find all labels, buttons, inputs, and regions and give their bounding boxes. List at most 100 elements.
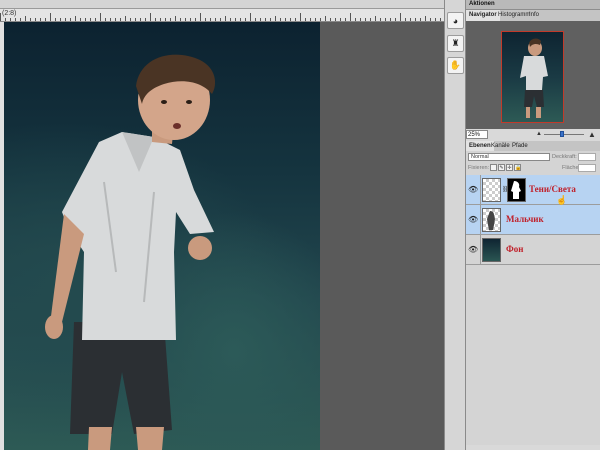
ruler-tick — [330, 18, 331, 21]
ruler-tick — [305, 18, 306, 21]
ruler-tick — [315, 18, 316, 21]
layer-name[interactable]: Фон — [506, 244, 523, 254]
ruler-tick — [385, 18, 386, 21]
ruler-tick — [265, 18, 266, 21]
lock-all-icon[interactable]: 🔒 — [514, 164, 521, 171]
zoom-out-icon[interactable]: ▲ — [536, 131, 542, 137]
ruler-tick — [140, 18, 141, 21]
visibility-eye-icon[interactable]: 👁 — [468, 215, 478, 225]
canvas-pasteboard — [320, 22, 444, 450]
palette-icon[interactable]: ◕ — [447, 12, 464, 29]
ruler-tick — [400, 13, 401, 21]
ruler-tick — [285, 18, 286, 21]
layer-name[interactable]: Тени/Света — [529, 184, 576, 194]
lock-pixels-icon[interactable]: ✎ — [498, 164, 505, 171]
blend-mode-select[interactable]: Normal — [468, 153, 550, 161]
ruler-tick — [390, 18, 391, 21]
ruler-tick — [55, 18, 56, 21]
ruler-tick — [430, 18, 431, 21]
actions-panel-header[interactable]: Aktionen — [466, 0, 600, 10]
ruler-tick — [210, 18, 211, 21]
ruler-tick — [90, 18, 91, 21]
layer-thumbnail — [482, 208, 501, 232]
ruler-tick — [415, 18, 416, 21]
layer-row-background[interactable]: 👁 Фон — [466, 235, 600, 265]
layer-thumbnail — [482, 178, 501, 202]
lock-transparency-icon[interactable] — [490, 164, 497, 171]
ruler-tick — [65, 18, 66, 21]
ruler-tick — [220, 18, 221, 21]
ruler-tick — [75, 16, 76, 21]
actions-panel-title: Aktionen — [469, 1, 495, 7]
ruler-tick — [250, 13, 251, 21]
ruler-tick — [155, 18, 156, 21]
horizontal-ruler: (2:8) — [0, 9, 448, 22]
zoom-in-icon[interactable]: ▲ — [588, 130, 596, 139]
ruler-tick — [125, 16, 126, 21]
ruler-tick — [105, 18, 106, 21]
layers-empty-area — [466, 265, 600, 445]
ruler-tick — [340, 18, 341, 21]
ruler-tick — [425, 16, 426, 21]
layer-mask-thumbnail[interactable] — [507, 178, 526, 202]
ruler-tick — [165, 18, 166, 21]
document-tab-label: (2:8) — [2, 10, 17, 17]
ruler-tick — [175, 16, 176, 21]
ruler-tick — [45, 18, 46, 21]
ruler-tick — [290, 18, 291, 21]
ruler-tick — [185, 18, 186, 21]
ruler-tick — [320, 18, 321, 21]
ruler-tick — [160, 18, 161, 21]
visibility-eye-icon[interactable]: 👁 — [468, 245, 478, 255]
ruler-tick — [410, 18, 411, 21]
layer-name[interactable]: Мальчик — [506, 214, 544, 224]
ruler-tick — [200, 13, 201, 21]
ruler-tick — [350, 13, 351, 21]
ruler-tick — [70, 18, 71, 21]
ruler-tick — [370, 18, 371, 21]
tab-info[interactable]: Info — [526, 10, 542, 21]
ruler-tick — [300, 13, 301, 21]
ruler-tick — [5, 18, 6, 21]
ruler-tick — [35, 18, 36, 21]
ruler-tick — [100, 13, 101, 21]
ruler-tick — [215, 18, 216, 21]
eye-column-divider — [480, 235, 481, 265]
fill-field[interactable] — [578, 164, 596, 172]
zoom-value-field[interactable]: 25% — [466, 130, 488, 139]
lock-label: Fixieren: — [468, 165, 490, 171]
navigator-preview-area[interactable] — [466, 21, 600, 129]
ruler-tick — [355, 18, 356, 21]
layer-row-boy[interactable]: 👁 Мальчик — [466, 205, 600, 235]
ruler-tick — [205, 18, 206, 21]
zoom-slider-track[interactable] — [544, 134, 584, 135]
ruler-tick — [270, 18, 271, 21]
layer-row-shadows-highlights[interactable]: 👁 ⛓ Тени/Света ☝ — [466, 175, 600, 205]
layers-options: Normal Deckkraft: Fixieren: ✎ ✛ 🔒 Fläche… — [466, 151, 600, 176]
ruler-tick — [255, 18, 256, 21]
opacity-field[interactable] — [578, 153, 596, 161]
ruler-tick — [440, 18, 441, 21]
visibility-eye-icon[interactable]: 👁 — [468, 185, 478, 195]
ruler-tick — [85, 18, 86, 21]
ruler-tick — [275, 16, 276, 21]
opacity-label: Deckkraft: — [552, 154, 577, 160]
ruler-tick — [195, 18, 196, 21]
ruler-tick — [135, 18, 136, 21]
canvas-photo[interactable] — [4, 22, 320, 450]
ruler-tick — [120, 18, 121, 21]
ruler-tick — [10, 18, 11, 21]
ruler-tick — [295, 18, 296, 21]
navigator-view-box[interactable] — [501, 31, 564, 123]
ruler-tick — [240, 18, 241, 21]
puppet-icon[interactable]: ♜ — [447, 35, 464, 52]
document-tabbar — [0, 0, 448, 9]
hand-icon[interactable]: ✋ — [447, 57, 464, 74]
lock-position-icon[interactable]: ✛ — [506, 164, 513, 171]
zoom-slider-knob[interactable] — [560, 131, 564, 137]
ruler-tick — [245, 18, 246, 21]
eye-column-divider — [480, 175, 481, 205]
ruler-tick — [225, 16, 226, 21]
ruler-tick — [335, 18, 336, 21]
ruler-tick — [310, 18, 311, 21]
